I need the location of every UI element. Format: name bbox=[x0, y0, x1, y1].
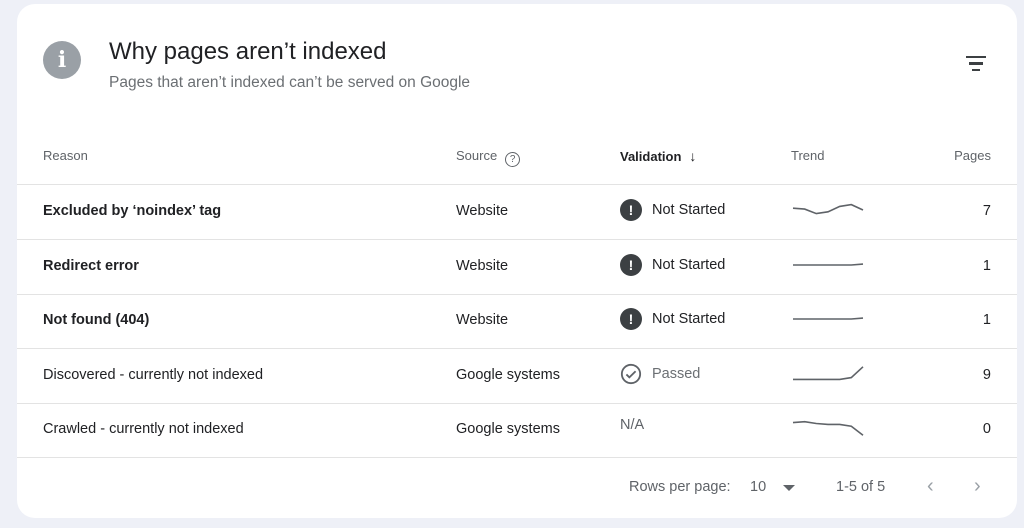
validation-status: Not Started bbox=[652, 311, 726, 328]
table-row[interactable]: Not found (404) Website! Not Started 1 bbox=[17, 294, 1017, 350]
pagination-footer: Rows per page: 10 1-5 of 5 ‹ › bbox=[17, 466, 1017, 511]
reason-cell: Excluded by ‘noindex’ tag bbox=[43, 203, 222, 219]
reason-cell: Not found (404) bbox=[43, 312, 150, 329]
column-header-pages[interactable]: Pages bbox=[954, 148, 991, 163]
pages-cell: 7 bbox=[982, 203, 991, 219]
validation-cell: ! Not Started bbox=[620, 199, 725, 221]
table-row[interactable]: Excluded by ‘noindex’ tag Website! Not Sta… bbox=[17, 185, 1017, 240]
pages-cell: 9 bbox=[982, 366, 991, 383]
validation-status: Not Started bbox=[652, 256, 726, 273]
filter-icon[interactable] bbox=[961, 50, 991, 76]
validation-status: N/A bbox=[620, 417, 645, 434]
rows-per-page-label: Rows per page: bbox=[629, 479, 731, 495]
source-cell: Website bbox=[456, 257, 509, 274]
chevron-left-icon[interactable]: ‹ bbox=[927, 475, 934, 498]
help-icon[interactable]: ? bbox=[505, 152, 521, 167]
trend-sparkline bbox=[792, 203, 864, 215]
table-header: Reason Source? Validation ↓ Trend Pages bbox=[17, 134, 1017, 185]
table-row[interactable]: Discovered - currently not indexed Google… bbox=[17, 349, 1017, 404]
page-title: Why pages aren’t indexed bbox=[109, 38, 387, 65]
reason-cell: Redirect error bbox=[43, 257, 139, 274]
trend-sparkline bbox=[793, 262, 864, 266]
validation-status: Not Started bbox=[652, 202, 726, 218]
pages-cell: 1 bbox=[982, 257, 991, 274]
column-header-source-label: Source bbox=[456, 148, 498, 163]
column-header-validation[interactable]: Validation ↓ bbox=[620, 148, 696, 164]
rows-per-page-select[interactable]: 10 bbox=[750, 479, 766, 495]
validation-status: Passed bbox=[652, 365, 701, 382]
column-header-source[interactable]: Source? bbox=[456, 148, 521, 167]
source-cell: Website bbox=[456, 312, 509, 329]
not-indexed-card: i Why pages aren’t indexed Pages that ar… bbox=[17, 4, 1017, 518]
trend-sparkline bbox=[793, 317, 864, 320]
alert-icon: ! bbox=[620, 308, 642, 331]
validation-cell: Passed bbox=[620, 363, 700, 385]
alert-icon: ! bbox=[620, 199, 642, 221]
trend-sparkline bbox=[792, 421, 864, 437]
pagination-range: 1-5 of 5 bbox=[836, 479, 886, 495]
table-row[interactable]: Crawled - currently not indexed Google sy… bbox=[17, 403, 1017, 459]
column-header-validation-label: Validation bbox=[620, 149, 682, 164]
table-row[interactable]: Redirect error Website! Not Started 1 bbox=[17, 240, 1017, 295]
trend-sparkline bbox=[793, 366, 864, 380]
source-cell: Website bbox=[456, 203, 509, 219]
reason-cell: Discovered - currently not indexed bbox=[43, 366, 264, 383]
column-header-trend: Trend bbox=[791, 148, 825, 163]
chevron-right-icon[interactable]: › bbox=[974, 475, 981, 498]
validation-cell: ! Not Started bbox=[620, 253, 726, 276]
reason-cell: Crawled - currently not indexed bbox=[43, 421, 244, 438]
info-icon: i bbox=[43, 41, 81, 79]
page-subtitle: Pages that aren’t indexed can’t be serve… bbox=[109, 74, 471, 91]
source-cell: Google systems bbox=[456, 421, 560, 438]
check-circle-icon bbox=[620, 363, 642, 384]
validation-cell: N/A bbox=[620, 417, 644, 433]
validation-cell: ! Not Started bbox=[620, 308, 726, 331]
alert-icon: ! bbox=[620, 253, 642, 276]
arrow-down-icon: ↓ bbox=[689, 148, 697, 164]
chevron-down-icon[interactable] bbox=[783, 485, 795, 491]
pages-cell: 1 bbox=[982, 312, 991, 329]
pages-cell: 0 bbox=[982, 421, 991, 438]
source-cell: Google systems bbox=[456, 366, 560, 383]
card-header: i Why pages aren’t indexed Pages that ar… bbox=[17, 4, 1017, 114]
column-header-reason[interactable]: Reason bbox=[43, 148, 88, 163]
